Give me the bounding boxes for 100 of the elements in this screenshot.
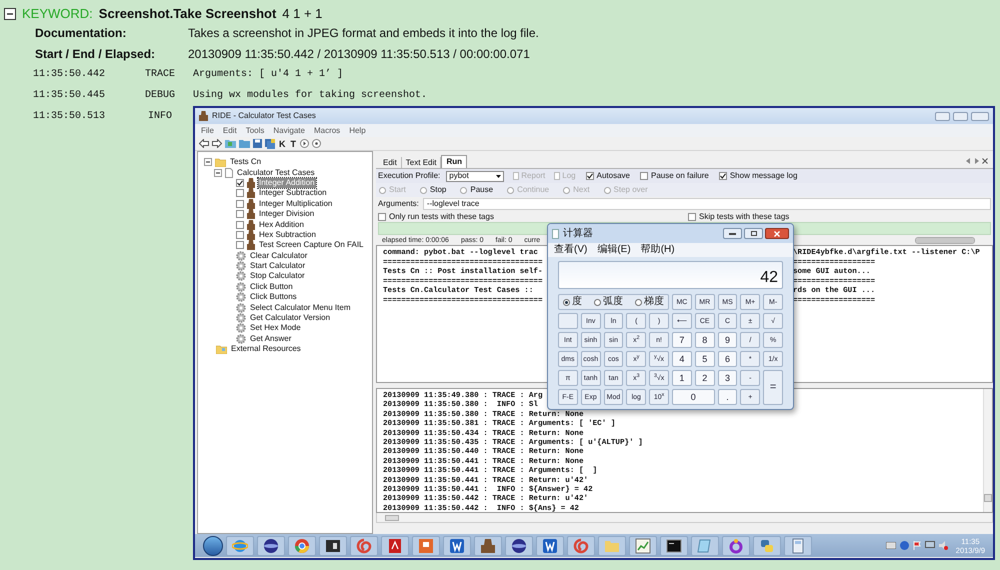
monitor-icon[interactable] [924, 541, 935, 550]
start-button[interactable] [203, 536, 223, 556]
back-arrow-icon[interactable] [199, 139, 209, 148]
arrow-right-icon[interactable] [974, 158, 979, 164]
tree-item[interactable]: Set Hex Mode [249, 323, 302, 334]
message-time: 11:35:50.445 [33, 89, 106, 103]
checkbox[interactable] [688, 212, 696, 220]
calculator-key[interactable]: 3 [718, 370, 738, 386]
tree-item[interactable]: Tests Cn [229, 157, 262, 168]
radio-option[interactable]: 度 [563, 296, 582, 308]
menu-item[interactable]: Macros [314, 126, 340, 136]
tree-item[interactable]: Click Buttons [249, 292, 298, 302]
tree-item[interactable]: Calculator Test Cases [236, 168, 316, 178]
calculator-key[interactable]: = [763, 370, 783, 405]
help-icon[interactable] [900, 541, 909, 550]
tree-item[interactable]: Click Button [249, 282, 294, 292]
menu-item[interactable]: 帮助(H) [640, 244, 675, 256]
tree-item[interactable]: Integer Multiplication [258, 198, 334, 209]
profile-dropdown[interactable]: pybot [446, 170, 504, 182]
calculator-key[interactable]: 2 [694, 370, 715, 386]
checkbox[interactable] [236, 189, 244, 198]
calculator-key[interactable]: 9 [718, 332, 738, 348]
tree-item[interactable]: Integer Subtraction [258, 188, 328, 198]
checkbox[interactable] [236, 220, 244, 229]
minimize-button[interactable] [723, 228, 742, 239]
checkbox[interactable] [236, 210, 244, 218]
forward-arrow-icon[interactable] [212, 139, 222, 148]
radio-option[interactable]: 弧度 [594, 296, 623, 308]
tab[interactable]: Run [441, 155, 468, 168]
taskbar-button[interactable] [257, 536, 285, 556]
tab[interactable]: Edit [379, 157, 402, 168]
tree-item[interactable]: Integer Division [258, 209, 316, 220]
radio-option[interactable]: 梯度 [635, 296, 664, 308]
tree-item[interactable]: Clear Calculator [249, 250, 308, 261]
taskbar-button[interactable] [319, 536, 347, 556]
taskbar-button[interactable] [660, 536, 688, 556]
option-label: Pause on failure [651, 171, 709, 181]
calculator-key[interactable]: 8 [694, 332, 715, 348]
arrow-left-icon[interactable] [966, 158, 971, 164]
menu-item[interactable]: File [201, 126, 214, 136]
calculator-key[interactable]: 6 [718, 351, 738, 367]
vertical-scrollbar[interactable] [983, 389, 992, 512]
run-control[interactable]: Pause [460, 185, 494, 195]
arguments-field[interactable]: --loglevel trace [422, 198, 991, 210]
floppy-icon[interactable] [253, 139, 262, 148]
calculator-key[interactable]: 5 [694, 351, 715, 367]
calculator-icon [790, 538, 806, 554]
collapse-icon[interactable] [214, 168, 222, 177]
checkbox[interactable] [586, 172, 594, 180]
tree-item[interactable]: Hex Addition [258, 220, 305, 230]
taskbar-button[interactable] [443, 536, 471, 556]
calculator-key[interactable]: 0 [672, 389, 715, 405]
checkbox[interactable] [236, 241, 244, 250]
tree-item[interactable]: Select Calculator Menu Item [249, 302, 352, 313]
tree-item[interactable]: External Resources [230, 344, 302, 354]
checkbox[interactable] [236, 178, 244, 187]
checkbox[interactable] [640, 172, 648, 180]
tree-item[interactable]: Start Calculator [249, 261, 306, 272]
toolbar-button[interactable]: T [290, 138, 297, 148]
menu-item[interactable]: 编辑(E) [597, 244, 631, 256]
calculator-key[interactable]: 1 [672, 370, 692, 386]
tree-item[interactable]: Test Screen Capture On FAIL [258, 240, 364, 250]
menu-item[interactable]: Help [349, 126, 366, 136]
keyboard-icon[interactable] [886, 542, 896, 549]
calculator-key[interactable]: 4 [672, 351, 692, 367]
ring-icon [728, 538, 744, 554]
tree-item[interactable]: Hex Subtraction [258, 230, 317, 240]
close-icon [774, 230, 780, 236]
checkbox[interactable] [718, 172, 727, 180]
flag-icon[interactable] [912, 541, 921, 550]
checkbox[interactable] [236, 230, 244, 239]
tree-item[interactable]: Get Answer [249, 334, 292, 344]
checkbox[interactable] [378, 212, 386, 220]
taskbar-button[interactable] [381, 536, 409, 556]
play-icon[interactable] [300, 139, 309, 148]
calculator-key[interactable]: 7 [672, 332, 692, 348]
tree-item[interactable]: Get Calculator Version [249, 313, 332, 324]
close-icon[interactable] [982, 158, 988, 164]
menu-item[interactable]: Navigate [273, 126, 305, 136]
menu-item[interactable]: 查看(V) [554, 244, 588, 256]
collapse-toggle[interactable] [4, 8, 16, 20]
toolbar-button[interactable]: K [278, 138, 286, 148]
detail-value: Takes a screenshot in JPEG format and embeds it into the log file. [188, 24, 539, 42]
maximize-button[interactable] [744, 228, 763, 239]
floppy-icon[interactable] [265, 138, 275, 148]
profile-label: Execution Profile: [378, 171, 440, 181]
taskbar-button[interactable] [536, 536, 564, 556]
stop-icon[interactable] [312, 139, 321, 148]
run-control[interactable]: Stop [420, 185, 446, 195]
collapse-icon[interactable] [204, 158, 212, 166]
folder-icon[interactable] [239, 139, 250, 148]
close-button[interactable] [765, 228, 789, 239]
checkbox[interactable] [236, 200, 244, 208]
menu-item[interactable]: Tools [246, 126, 264, 136]
speaker-icon[interactable] [938, 541, 948, 550]
calculator-key[interactable]: . [718, 389, 738, 405]
tree-item[interactable]: Stop Calculator [249, 271, 306, 282]
taskbar-button[interactable] [505, 536, 533, 556]
horizontal-scrollbar[interactable] [376, 513, 993, 523]
menu-item[interactable]: Edit [222, 126, 237, 136]
